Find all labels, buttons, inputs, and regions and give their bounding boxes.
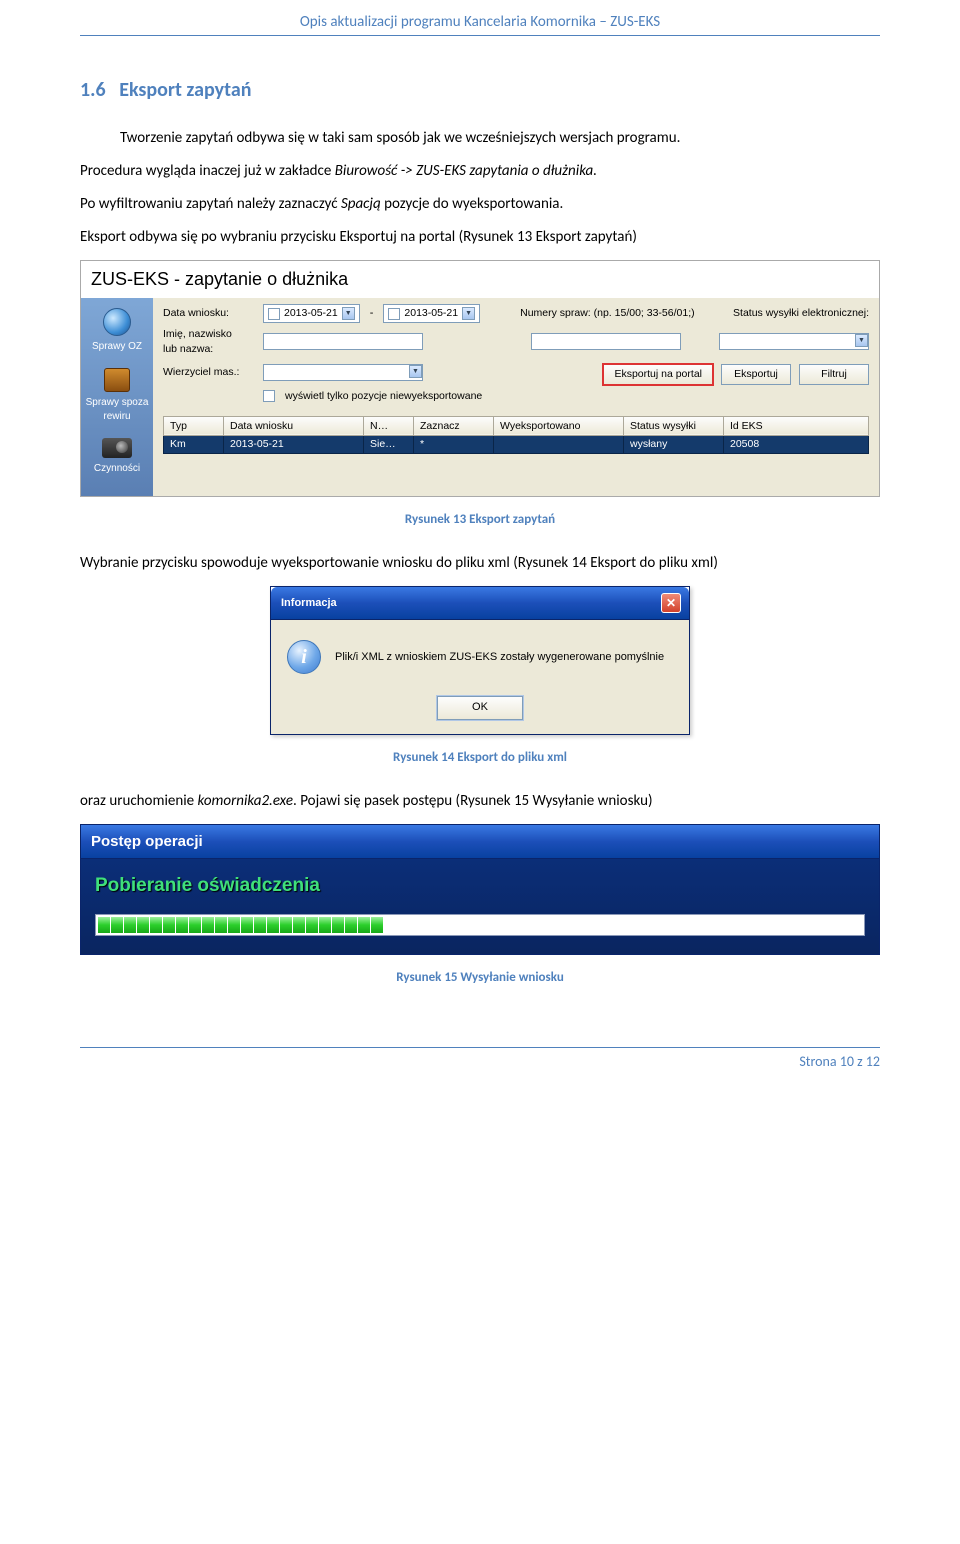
ok-button[interactable]: OK bbox=[437, 696, 523, 719]
cell: wysłany bbox=[624, 436, 724, 454]
dialog-title: Postęp operacji bbox=[91, 831, 203, 852]
checkbox-unexported[interactable] bbox=[263, 390, 275, 402]
sidebar-item-label: Sprawy OZ bbox=[83, 340, 151, 354]
section-heading: 1.6 Eksport zapytań bbox=[80, 76, 880, 104]
col-n[interactable]: N… bbox=[364, 416, 414, 436]
results-table: Typ Data wniosku N… Zaznacz Wyeksportowa… bbox=[163, 416, 869, 454]
cell: Sie… bbox=[364, 436, 414, 454]
close-button[interactable]: ✕ bbox=[661, 593, 681, 613]
text: Po wyfiltrowaniu zapytań należy zaznaczy… bbox=[80, 195, 341, 213]
label-date: Data wniosku: bbox=[163, 306, 253, 321]
screenshot-progress-dialog: Postęp operacji Pobieranie oświadczenia bbox=[80, 824, 880, 955]
close-icon: ✕ bbox=[666, 595, 676, 612]
screenshot-info-dialog: Informacja ✕ i Plik/i XML z wnioskiem ZU… bbox=[270, 586, 690, 734]
col-status[interactable]: Status wysyłki bbox=[624, 416, 724, 436]
label-status-wysylki: Status wysyłki elektronicznej: bbox=[733, 306, 869, 321]
label-name: Imię, nazwisko lub nazwa: bbox=[163, 327, 253, 356]
paragraph: oraz uruchomienie komornika2.exe. Pojawi… bbox=[80, 791, 880, 812]
col-data[interactable]: Data wniosku bbox=[224, 416, 364, 436]
sidebar: Sprawy OZ Sprawy spoza rewiru Czynności bbox=[81, 298, 153, 496]
col-zaznacz[interactable]: Zaznacz bbox=[414, 416, 494, 436]
text: pozycje do wyeksportowania. bbox=[381, 195, 564, 213]
status-select[interactable]: ▼ bbox=[719, 333, 869, 350]
progress-bar bbox=[95, 914, 865, 936]
filtruj-button[interactable]: Filtruj bbox=[799, 364, 869, 385]
sidebar-item-sprawy-spoza[interactable]: Sprawy spoza rewiru bbox=[83, 368, 151, 424]
label-numery: Numery spraw: (np. 15/00; 33-56/01;) bbox=[520, 306, 695, 321]
cell: Km bbox=[164, 436, 224, 454]
bag-icon bbox=[104, 368, 130, 392]
paragraph: Eksport odbywa się po wybraniu przycisku… bbox=[80, 227, 880, 248]
section-title: Eksport zapytań bbox=[119, 78, 251, 102]
figure-caption: Rysunek 15 Wysyłanie wniosku bbox=[80, 969, 880, 987]
date-value: 2013-05-21 bbox=[404, 306, 458, 321]
sidebar-item-czynnosci[interactable]: Czynności bbox=[83, 438, 151, 476]
date-value: 2013-05-21 bbox=[284, 306, 338, 321]
chevron-down-icon[interactable]: ▼ bbox=[409, 365, 422, 378]
date-from[interactable]: 2013-05-21 ▼ bbox=[263, 304, 360, 323]
wierzyciel-input[interactable]: ▼ bbox=[263, 364, 423, 381]
dash: - bbox=[370, 306, 374, 321]
text-italic: Spacją bbox=[341, 195, 381, 213]
screenshot-app-window: ZUS-EKS - zapytanie o dłużnika Sprawy OZ… bbox=[80, 260, 880, 497]
window-title: ZUS-EKS - zapytanie o dłużnika bbox=[81, 261, 879, 298]
eksportuj-button[interactable]: Eksportuj bbox=[721, 364, 791, 385]
text-italic: Biurowość -> ZUS-EKS zapytania o dłużnik… bbox=[335, 162, 597, 180]
sidebar-item-label: Sprawy spoza rewiru bbox=[83, 396, 151, 424]
table-row[interactable]: Km 2013-05-21 Sie… * wysłany 20508 bbox=[164, 436, 869, 454]
section-number: 1.6 bbox=[80, 78, 106, 102]
text: oraz uruchomienie bbox=[80, 792, 198, 810]
checkbox[interactable] bbox=[268, 308, 280, 320]
progress-fill bbox=[98, 917, 862, 933]
chevron-down-icon[interactable]: ▼ bbox=[462, 307, 475, 320]
paragraph: Wybranie przycisku spowoduje wyeksportow… bbox=[80, 553, 880, 574]
page-footer: Strona 10 z 12 bbox=[80, 1047, 880, 1072]
camera-icon bbox=[102, 438, 132, 458]
globe-icon bbox=[103, 308, 131, 336]
figure-caption: Rysunek 14 Eksport do pliku xml bbox=[80, 749, 880, 767]
col-typ[interactable]: Typ bbox=[164, 416, 224, 436]
table-header-row: Typ Data wniosku N… Zaznacz Wyeksportowa… bbox=[164, 416, 869, 436]
label-wierzyciel: Wierzyciel mas.: bbox=[163, 365, 253, 380]
label-only-unexported: wyświetl tylko pozycje niewyeksportowane bbox=[285, 389, 482, 404]
text: Procedura wygląda inaczej już w zakładce bbox=[80, 162, 335, 180]
cell: 20508 bbox=[724, 436, 869, 454]
date-to[interactable]: 2013-05-21 ▼ bbox=[383, 304, 480, 323]
sidebar-item-sprawy-oz[interactable]: Sprawy OZ bbox=[83, 308, 151, 354]
checkbox[interactable] bbox=[388, 308, 400, 320]
cell: 2013-05-21 bbox=[224, 436, 364, 454]
name-input[interactable] bbox=[263, 333, 423, 350]
page-header: Opis aktualizacji programu Kancelaria Ko… bbox=[80, 0, 880, 36]
chevron-down-icon[interactable]: ▼ bbox=[855, 334, 868, 347]
dialog-message: Plik/i XML z wnioskiem ZUS-EKS zostały w… bbox=[335, 650, 664, 665]
dialog-titlebar: Postęp operacji bbox=[81, 825, 879, 859]
col-wyeksportowano[interactable]: Wyeksportowano bbox=[494, 416, 624, 436]
progress-stage-label: Pobieranie oświadczenia bbox=[95, 873, 865, 900]
cell: * bbox=[414, 436, 494, 454]
info-icon: i bbox=[287, 640, 321, 674]
paragraph: Tworzenie zapytań odbywa się w taki sam … bbox=[80, 128, 880, 149]
chevron-down-icon[interactable]: ▼ bbox=[342, 307, 355, 320]
figure-caption: Rysunek 13 Eksport zapytań bbox=[80, 511, 880, 529]
dialog-title: Informacja bbox=[281, 596, 337, 611]
eksportuj-na-portal-button[interactable]: Eksportuj na portal bbox=[603, 364, 713, 385]
dialog-titlebar: Informacja ✕ bbox=[271, 587, 689, 620]
paragraph: Po wyfiltrowaniu zapytań należy zaznaczy… bbox=[80, 194, 880, 215]
cell bbox=[494, 436, 624, 454]
form-panel: Data wniosku: 2013-05-21 ▼ - 2013-05-21 … bbox=[153, 298, 879, 496]
numery-input[interactable] bbox=[531, 333, 681, 350]
text: . Pojawi się pasek postępu (Rysunek 15 W… bbox=[293, 792, 652, 810]
paragraph: Procedura wygląda inaczej już w zakładce… bbox=[80, 161, 880, 182]
text-italic: komornika2.exe bbox=[198, 792, 294, 810]
col-id[interactable]: Id EKS bbox=[724, 416, 869, 436]
sidebar-item-label: Czynności bbox=[83, 462, 151, 476]
